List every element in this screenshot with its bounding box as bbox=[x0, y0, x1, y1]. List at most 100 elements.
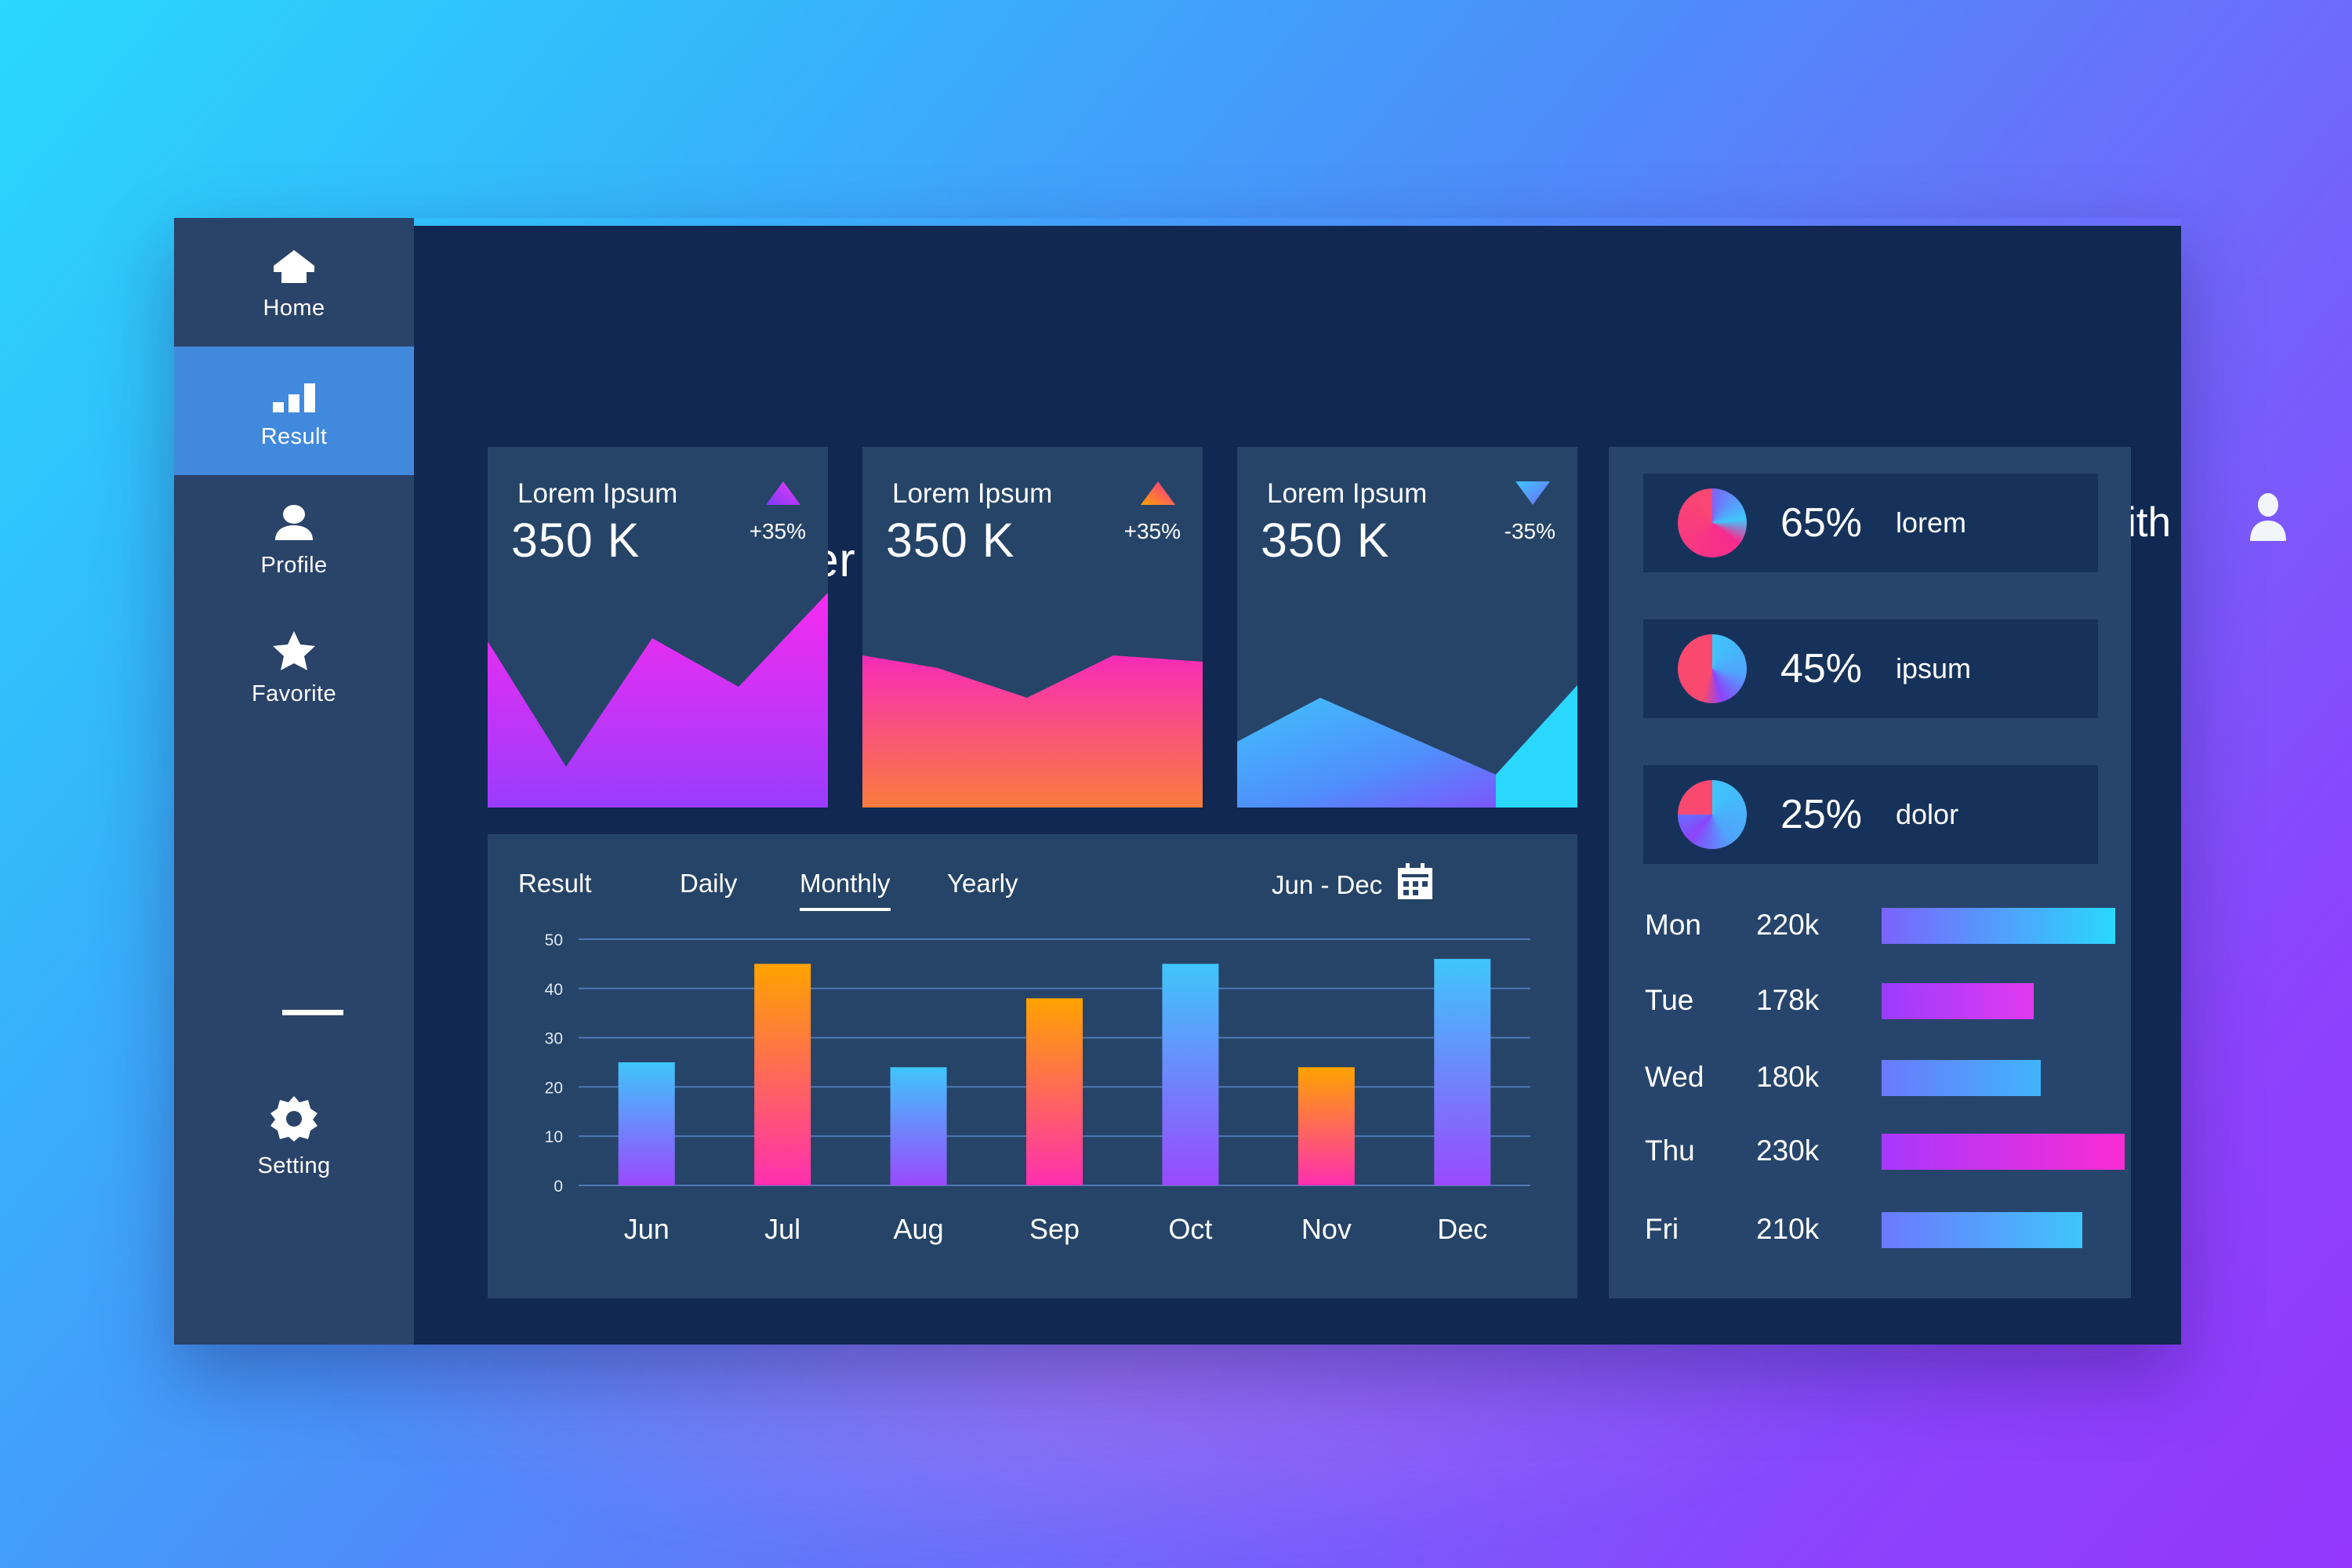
weekly-day: Tue bbox=[1645, 984, 1694, 1016]
pie-stat-label: dolor bbox=[1896, 798, 1959, 830]
tab-daily[interactable]: Daily bbox=[680, 869, 737, 908]
x-axis-tick-label: Sep bbox=[1029, 1213, 1080, 1245]
sidebar-item-result[interactable]: Result bbox=[174, 347, 414, 475]
weekly-day: Wed bbox=[1645, 1061, 1704, 1093]
sidebar: Home Result Profile Favorite Setting bbox=[174, 218, 414, 1345]
pie-stat-label: ipsum bbox=[1896, 652, 1972, 684]
weekly-bar-track bbox=[1882, 1054, 2115, 1101]
bar bbox=[1026, 998, 1083, 1185]
weekly-bar-track bbox=[1882, 1127, 2125, 1174]
star-icon bbox=[271, 630, 317, 670]
x-axis-tick-label: Nov bbox=[1301, 1213, 1352, 1245]
weekly-row: Mon 220k bbox=[1645, 902, 2115, 949]
trend-up-icon bbox=[1140, 480, 1176, 506]
weekly-day: Mon bbox=[1645, 909, 1701, 941]
weekly-bar bbox=[1882, 983, 2034, 1019]
x-axis-tick-label: Jul bbox=[764, 1213, 800, 1245]
date-range-label[interactable]: Jun - Dec bbox=[1272, 870, 1382, 900]
weekly-bar bbox=[1882, 1060, 2041, 1096]
sidebar-item-label: Result bbox=[260, 423, 328, 449]
weekly-day: Thu bbox=[1645, 1134, 1695, 1167]
stat-card-delta: +35% bbox=[1123, 519, 1181, 543]
dashboard-window: Home Result Profile Favorite Setting Lor… bbox=[174, 218, 2286, 1345]
stat-card-title: Lorem Ipsum bbox=[892, 478, 1053, 509]
weekly-bar bbox=[1882, 1134, 2125, 1170]
bar bbox=[1298, 1067, 1355, 1185]
user-icon bbox=[274, 501, 314, 542]
weekly-value: 178k bbox=[1756, 984, 1820, 1016]
weekly-row: Thu 230k bbox=[1645, 1127, 2125, 1174]
weekly-value: 180k bbox=[1756, 1061, 1820, 1093]
sidebar-item-label: Favorite bbox=[252, 681, 336, 706]
y-axis-tick-label: 50 bbox=[545, 931, 563, 949]
stat-card[interactable]: Lorem Ipsum 350 K +35% bbox=[862, 447, 1203, 808]
y-axis-tick-label: 0 bbox=[554, 1178, 563, 1196]
weekly-bar-track bbox=[1882, 977, 2115, 1024]
sidebar-item-setting[interactable]: Setting bbox=[174, 1076, 414, 1204]
pie-chart-icon bbox=[1678, 634, 1747, 703]
tab-monthly[interactable]: Monthly bbox=[800, 869, 891, 911]
pie-stat-percent: 25% bbox=[1780, 792, 1863, 837]
bar bbox=[618, 1062, 675, 1185]
sidebar-divider bbox=[282, 1010, 343, 1015]
bar-chart-icon bbox=[271, 372, 317, 413]
x-axis-tick-label: Jun bbox=[624, 1213, 670, 1245]
tab-result[interactable]: Result bbox=[518, 869, 592, 908]
weekly-bar-track bbox=[1882, 902, 2115, 949]
y-axis-tick-label: 10 bbox=[545, 1128, 563, 1146]
weekly-row: Wed 180k bbox=[1645, 1054, 2115, 1101]
bar bbox=[890, 1067, 947, 1185]
weekly-row: Tue 178k bbox=[1645, 977, 2115, 1024]
monthly-bar-chart: 0 10 20 30 40 50 Jun Jul Aug Sep Oct Nov Dec bbox=[545, 931, 1530, 1245]
stat-card-value: 350 K bbox=[1261, 514, 1390, 567]
x-axis-tick-label: Oct bbox=[1168, 1213, 1212, 1245]
sparkline-chart bbox=[862, 655, 1203, 808]
gear-icon bbox=[270, 1095, 318, 1142]
home-icon bbox=[272, 244, 316, 285]
weekly-value: 210k bbox=[1756, 1213, 1820, 1245]
x-axis-tick-label: Aug bbox=[894, 1213, 944, 1245]
weekly-day: Fri bbox=[1645, 1213, 1679, 1245]
pie-chart-icon bbox=[1678, 488, 1747, 557]
weekly-row: Fri 210k bbox=[1645, 1206, 2115, 1253]
main-content: Dashboard User John Smith Lorem Ipsum 35… bbox=[414, 226, 2286, 1345]
pie-chart-icon bbox=[1678, 780, 1747, 849]
sidebar-item-favorite[interactable]: Favorite bbox=[174, 604, 414, 732]
sparkline-chart bbox=[1237, 685, 1577, 808]
bar bbox=[754, 964, 811, 1185]
trend-down-icon bbox=[1515, 480, 1551, 506]
sidebar-item-label: Setting bbox=[257, 1152, 331, 1178]
stat-card-delta: -35% bbox=[1504, 519, 1555, 543]
stat-card-value: 350 K bbox=[886, 514, 1015, 567]
x-axis-tick-label: Dec bbox=[1437, 1213, 1487, 1245]
user-avatar-icon[interactable] bbox=[2247, 492, 2289, 541]
chart-panel: Result Daily Monthly Yearly Jun - Dec 0 … bbox=[488, 834, 1577, 1298]
pie-stat-row[interactable]: 45% ipsum bbox=[1643, 619, 2098, 718]
pie-stat-label: lorem bbox=[1896, 506, 1967, 539]
stat-card-title: Lorem Ipsum bbox=[1267, 478, 1428, 509]
sparkline-chart bbox=[488, 593, 828, 808]
weekly-bar-track bbox=[1882, 1206, 2115, 1253]
sidebar-item-profile[interactable]: Profile bbox=[174, 475, 414, 604]
weekly-value: 230k bbox=[1756, 1134, 1820, 1167]
tab-yearly[interactable]: Yearly bbox=[947, 869, 1018, 908]
pie-stat-row[interactable]: 65% lorem bbox=[1643, 474, 2098, 572]
y-axis-tick-label: 20 bbox=[545, 1079, 563, 1097]
sidebar-item-home[interactable]: Home bbox=[174, 218, 414, 347]
y-axis-tick-label: 30 bbox=[545, 1030, 563, 1048]
bar bbox=[1162, 964, 1219, 1185]
pie-stat-row[interactable]: 25% dolor bbox=[1643, 765, 2098, 864]
pie-stat-percent: 45% bbox=[1780, 646, 1863, 691]
trend-up-icon bbox=[765, 480, 801, 506]
right-panel: 65% lorem 45% ipsum 25% dolor Mon 220k T… bbox=[1609, 447, 2131, 1298]
weekly-bar bbox=[1882, 1212, 2083, 1248]
calendar-icon[interactable] bbox=[1396, 862, 1434, 900]
stat-card-value: 350 K bbox=[511, 514, 641, 567]
stat-card[interactable]: Lorem Ipsum 350 K +35% bbox=[488, 447, 828, 808]
weekly-value: 220k bbox=[1756, 909, 1820, 941]
stat-card[interactable]: Lorem Ipsum 350 K -35% bbox=[1237, 447, 1577, 808]
pie-stat-percent: 65% bbox=[1780, 500, 1863, 546]
weekly-bar bbox=[1882, 908, 2115, 944]
sidebar-item-label: Home bbox=[263, 295, 325, 321]
bar bbox=[1434, 959, 1491, 1185]
